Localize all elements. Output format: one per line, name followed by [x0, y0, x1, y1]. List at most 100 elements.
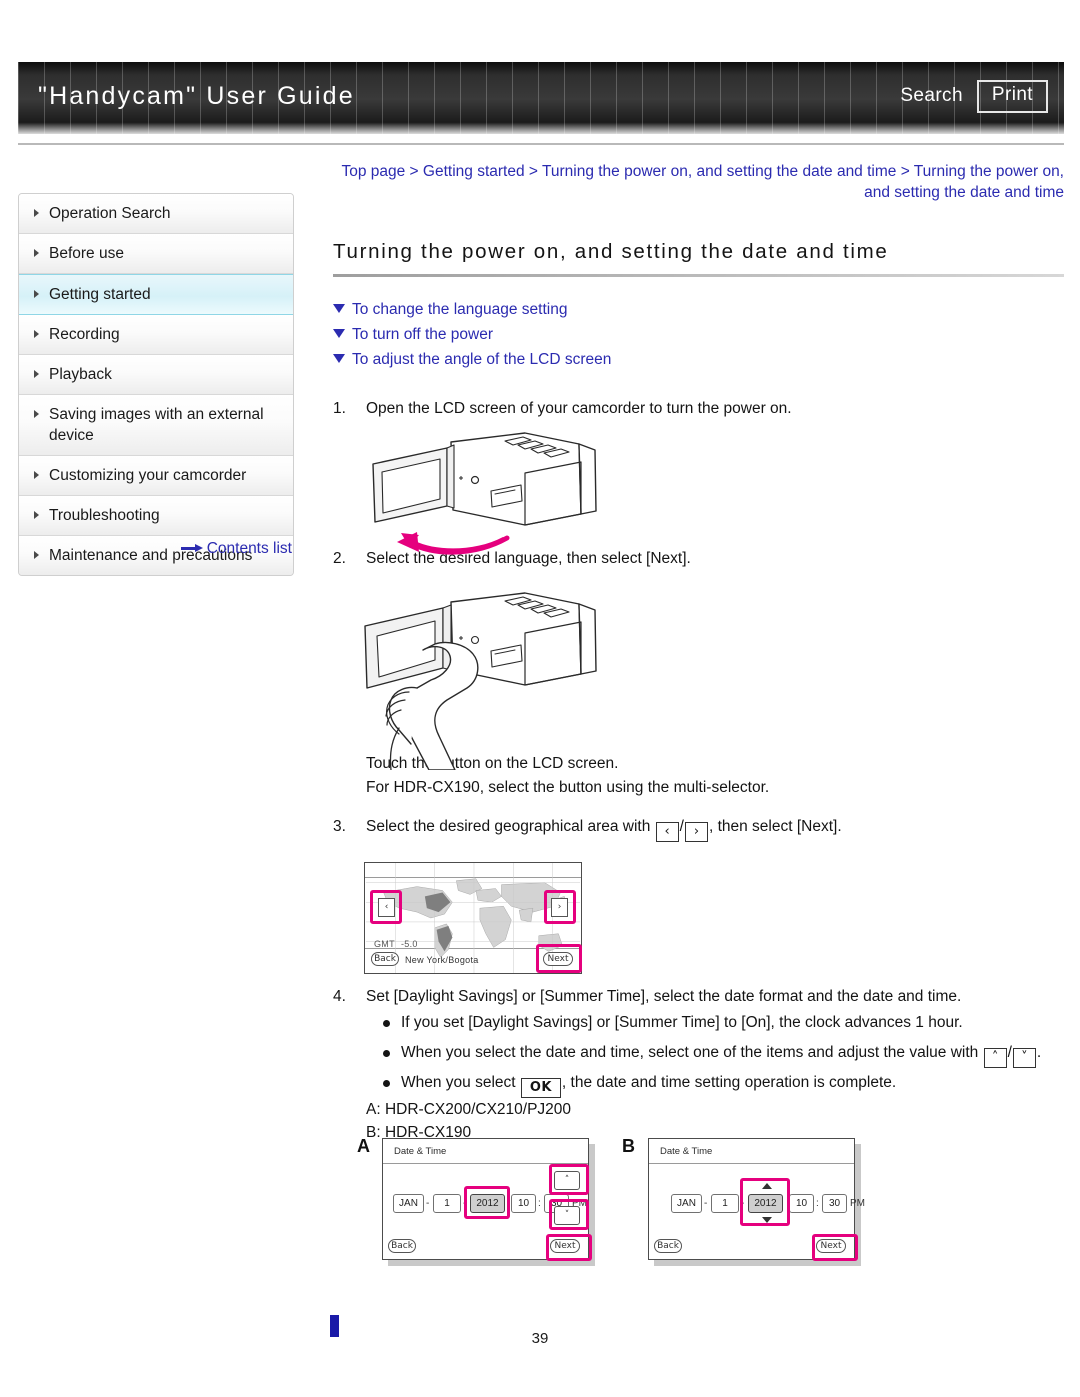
time-separator: :	[816, 1198, 819, 1209]
highlight-year-field-b	[740, 1178, 790, 1226]
sidebar-nav: Operation Search Before use Getting star…	[18, 193, 294, 576]
sidebar-item-label: Customizing your camcorder	[49, 467, 247, 484]
triangle-down-icon	[333, 329, 345, 338]
anchor-label: To change the language setting	[352, 301, 568, 318]
sidebar-item-label: Recording	[49, 326, 120, 343]
minute-field[interactable]: 30	[822, 1194, 847, 1213]
camcorder-svg	[372, 432, 597, 555]
step-4-text: Set [Daylight Savings] or [Summer Time],…	[366, 988, 962, 1005]
header-banner: "Handycam" User Guide Search Print	[18, 62, 1064, 134]
datetime-back-button[interactable]: Back	[388, 1239, 416, 1253]
step-2-note-2: For HDR-CX190, select the button using t…	[366, 779, 770, 796]
key-separator: /	[679, 818, 684, 835]
area-select-screen-figure: GMT -5.0 Back New York/Bogota Next ‹ ›	[364, 862, 594, 984]
anchor-label: To turn off the power	[352, 326, 494, 343]
datetime-back-button[interactable]: Back	[654, 1239, 682, 1253]
header-actions: Search Print	[900, 80, 1048, 113]
step-4-bullet-3: When you select OK, the date and time se…	[381, 1068, 1064, 1098]
triangle-right-icon	[34, 330, 39, 338]
title-divider	[333, 274, 1064, 277]
sidebar-item-label: Playback	[49, 366, 112, 383]
camcorder-open-lcd-illustration	[355, 428, 625, 558]
date-separator-1: -	[704, 1198, 708, 1209]
app-title: "Handycam" User Guide	[38, 82, 355, 110]
figure-b-label: B	[622, 1136, 635, 1156]
selected-city-label: New York/Bogota	[405, 955, 479, 965]
sidebar-item-saving-images[interactable]: Saving images with an external device	[19, 395, 293, 456]
print-button[interactable]: Print	[976, 80, 1048, 113]
gmt-offset: -5.0	[401, 939, 418, 949]
anchor-turn-off-power[interactable]: To turn off the power	[333, 322, 1064, 347]
map-back-button[interactable]: Back	[371, 952, 399, 966]
sidebar-item-label: Getting started	[49, 286, 151, 303]
sidebar-item-recording[interactable]: Recording	[19, 315, 293, 355]
title-rule	[649, 1163, 854, 1164]
prev-area-key-icon: ‹	[655, 822, 679, 842]
triangle-right-icon	[34, 290, 39, 298]
value-up-key-icon: ˄	[983, 1048, 1007, 1068]
page-title: Turning the power on, and setting the da…	[333, 240, 889, 263]
breadcrumb[interactable]: Top page > Getting started > Turning the…	[330, 161, 1064, 203]
sidebar-item-label: Troubleshooting	[49, 507, 160, 524]
contents-list-link[interactable]: Contents list	[18, 540, 294, 558]
value-down-key-icon: ˅	[1012, 1048, 1036, 1068]
bullet-2-text-before: When you select the date and time, selec…	[401, 1044, 979, 1061]
step-3-text: Select the desired geographical area wit…	[366, 816, 1064, 842]
figure-a-label: A	[357, 1136, 370, 1156]
camcorder-touch-screen-illustration	[355, 588, 625, 771]
sidebar-item-label: Saving images with an external device	[49, 406, 264, 444]
triangle-right-icon	[34, 209, 39, 217]
highlight-prev-area	[370, 890, 402, 924]
hour-field[interactable]: 10	[511, 1194, 536, 1213]
step-1-number: 1.	[333, 400, 346, 417]
datetime-title: Date & Time	[660, 1146, 713, 1157]
triangle-down-icon	[333, 304, 345, 313]
bullet-2-text-after: .	[1036, 1044, 1042, 1061]
month-field[interactable]: JAN	[671, 1194, 702, 1213]
contents-list-label: Contents list	[206, 540, 292, 557]
sidebar-item-label: Before use	[49, 245, 124, 262]
highlight-next-button	[536, 944, 582, 973]
step-3-number: 3.	[333, 818, 346, 835]
hour-field[interactable]: 10	[789, 1194, 814, 1213]
datetime-screen-b-figure: Date & Time JAN - 1 - 2012 10 : 30 PM Ba…	[648, 1138, 868, 1270]
next-area-key-icon: ›	[684, 822, 708, 842]
highlight-down-button-a	[549, 1199, 589, 1230]
gmt-label: GMT	[374, 939, 395, 949]
sidebar-item-operation-search[interactable]: Operation Search	[19, 194, 293, 234]
arrow-right-icon	[180, 544, 203, 553]
sidebar-item-customizing[interactable]: Customizing your camcorder	[19, 456, 293, 496]
sidebar-item-troubleshooting[interactable]: Troubleshooting	[19, 496, 293, 536]
step-4-bullet-2: When you select the date and time, selec…	[381, 1038, 1064, 1068]
step-3-text-before: Select the desired geographical area wit…	[366, 818, 651, 835]
key-separator: /	[1007, 1044, 1012, 1061]
triangle-right-icon	[34, 471, 39, 479]
month-field[interactable]: JAN	[393, 1194, 424, 1213]
header-divider	[18, 143, 1064, 145]
anchor-language-setting[interactable]: To change the language setting	[333, 297, 1064, 322]
ok-key-icon: OK	[520, 1078, 561, 1098]
step-3-text-after: , then select [Next].	[708, 818, 842, 835]
step-4-bullet-1: If you set [Daylight Savings] or [Summer…	[381, 1008, 1064, 1038]
step-1: 1. Open the LCD screen of your camcorder…	[333, 398, 1064, 420]
highlight-up-button-a	[549, 1164, 589, 1195]
date-separator-1: -	[426, 1198, 430, 1209]
step-1-text: Open the LCD screen of your camcorder to…	[366, 400, 792, 417]
page-number: 39	[531, 1330, 549, 1347]
datetime-screen-a-figure: Date & Time JAN - 1 - 2012 10 : 30 PM ˄ …	[382, 1138, 602, 1270]
bullet-3-text-before: When you select	[401, 1074, 516, 1091]
step-4-number: 4.	[333, 988, 346, 1005]
sidebar-item-getting-started[interactable]: Getting started	[19, 274, 293, 315]
search-link[interactable]: Search	[900, 85, 963, 107]
day-field[interactable]: 1	[433, 1194, 461, 1213]
step-4: 4. Set [Daylight Savings] or [Summer Tim…	[333, 986, 1064, 1008]
sidebar-item-playback[interactable]: Playback	[19, 355, 293, 395]
day-field[interactable]: 1	[711, 1194, 739, 1213]
bullet-3-text-after: , the date and time setting operation is…	[561, 1074, 897, 1091]
pink-arrow-icon	[397, 532, 510, 555]
meridiem-label: PM	[850, 1198, 865, 1209]
sidebar-item-before-use[interactable]: Before use	[19, 234, 293, 274]
anchor-adjust-lcd-angle[interactable]: To adjust the angle of the LCD screen	[333, 347, 1064, 372]
time-separator: :	[538, 1198, 541, 1209]
triangle-down-icon	[333, 354, 345, 363]
